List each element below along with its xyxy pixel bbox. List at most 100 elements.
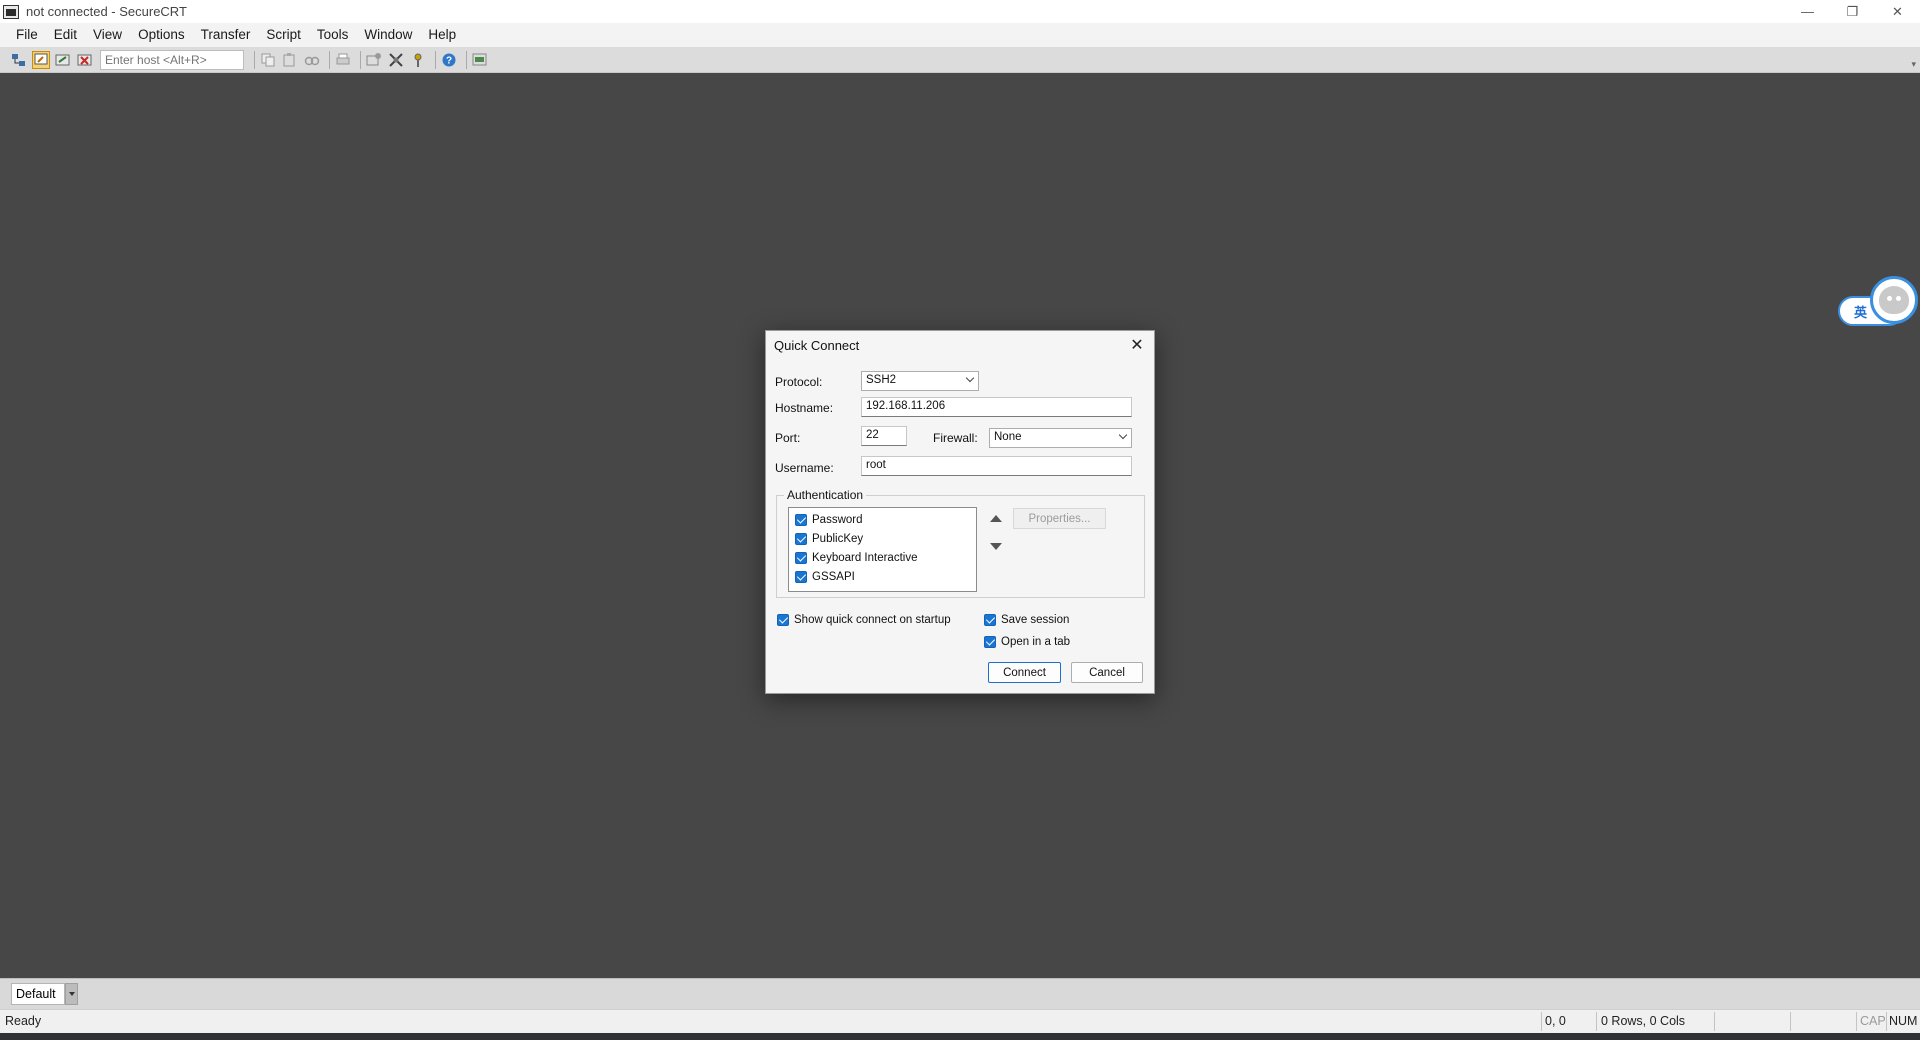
help-icon[interactable]: ? (440, 51, 458, 69)
status-caps-lock: CAP (1860, 1014, 1886, 1028)
toolbar-separator (254, 50, 255, 69)
port-value: 22 (866, 429, 879, 441)
securecrt-app-icon (3, 4, 19, 19)
checkbox-checked-icon[interactable] (795, 571, 807, 583)
auth-item-gssapi[interactable]: GSSAPI (795, 569, 855, 585)
status-dimensions: 0 Rows, 0 Cols (1601, 1014, 1686, 1028)
move-down-arrow-icon[interactable] (988, 539, 1004, 553)
checkbox-checked-icon[interactable] (795, 514, 807, 526)
menu-help[interactable]: Help (420, 23, 464, 47)
menu-file[interactable]: File (8, 23, 46, 47)
toolbar: ? ▾ (0, 47, 1920, 73)
status-separator (1596, 1012, 1597, 1031)
port-input[interactable]: 22 (861, 426, 907, 446)
quick-connect-icon[interactable] (32, 50, 50, 69)
checkbox-checked-icon[interactable] (795, 552, 807, 564)
status-separator (1886, 1012, 1887, 1031)
restore-button[interactable]: ❐ (1830, 0, 1875, 23)
find-icon[interactable] (303, 51, 321, 69)
global-options-icon[interactable] (387, 51, 405, 69)
status-num-lock: NUM (1889, 1014, 1918, 1028)
status-bar: Ready 0, 0 0 Rows, 0 Cols CAP NUM (0, 1009, 1920, 1033)
paste-icon[interactable] (281, 51, 299, 69)
status-separator (1541, 1012, 1542, 1031)
port-label: Port: (775, 431, 801, 445)
session-options-icon[interactable] (365, 51, 383, 69)
copy-icon[interactable] (259, 51, 277, 69)
username-value: root (866, 459, 886, 471)
title-bar: not connected - SecureCRT — ❐ ✕ (0, 0, 1920, 23)
print-icon[interactable] (334, 51, 352, 69)
protocol-value: SSH2 (866, 374, 897, 386)
window-controls: — ❐ ✕ (1785, 0, 1920, 23)
firewall-value: None (994, 431, 1022, 443)
tab-default[interactable]: Default (11, 983, 65, 1005)
hostname-input[interactable]: 192.168.11.206 (861, 397, 1132, 417)
menu-tools[interactable]: Tools (309, 23, 357, 47)
firewall-label: Firewall: (933, 431, 978, 445)
show-quick-connect-label: Show quick connect on startup (794, 614, 951, 626)
authentication-list[interactable]: Password PublicKey Keyboard Interactive … (788, 507, 977, 592)
connect-in-tab-icon[interactable] (54, 51, 72, 69)
ime-widget[interactable]: 英 (1838, 276, 1920, 328)
status-separator (1714, 1012, 1715, 1031)
menu-edit[interactable]: Edit (46, 23, 85, 47)
menu-options[interactable]: Options (130, 23, 193, 47)
hostname-label: Hostname: (775, 401, 834, 415)
svg-text:?: ? (446, 55, 452, 66)
keymap-icon[interactable] (409, 51, 427, 69)
status-separator (1790, 1012, 1791, 1031)
protocol-select[interactable]: SSH2 (861, 371, 979, 391)
close-window-button[interactable]: ✕ (1875, 0, 1920, 23)
menu-window[interactable]: Window (356, 23, 420, 47)
save-session-checkbox[interactable]: Save session (984, 614, 1069, 626)
enter-host-input[interactable] (100, 49, 244, 70)
firewall-select[interactable]: None (989, 428, 1132, 448)
quick-connect-dialog: Quick Connect ✕ Protocol: SSH2 Hostname:… (765, 330, 1155, 694)
menu-view[interactable]: View (85, 23, 130, 47)
move-up-arrow-icon[interactable] (988, 511, 1004, 525)
checkbox-checked-icon[interactable] (777, 614, 789, 626)
connect-icon[interactable] (10, 51, 28, 69)
menu-script[interactable]: Script (258, 23, 309, 47)
checkbox-checked-icon[interactable] (984, 636, 996, 648)
dialog-close-icon[interactable]: ✕ (1126, 334, 1148, 356)
toolbar-separator (466, 50, 467, 69)
toolbar-grip-icon[interactable]: ▾ (1911, 59, 1916, 70)
auth-item-keyboard-interactive[interactable]: Keyboard Interactive (795, 550, 917, 566)
chevron-down-icon (1118, 430, 1128, 440)
checkbox-checked-icon[interactable] (795, 533, 807, 545)
username-input[interactable]: root (861, 456, 1132, 476)
disconnect-icon[interactable] (76, 51, 94, 69)
checkbox-checked-icon[interactable] (984, 614, 996, 626)
cancel-button[interactable]: Cancel (1071, 662, 1143, 683)
tab-dropdown-icon[interactable] (65, 983, 78, 1005)
toolbar-separator (435, 50, 436, 69)
minimize-button[interactable]: — (1785, 0, 1830, 23)
open-in-tab-checkbox[interactable]: Open in a tab (984, 636, 1070, 648)
connect-button[interactable]: Connect (988, 662, 1061, 683)
chevron-down-icon (965, 373, 975, 383)
auth-item-password[interactable]: Password (795, 512, 863, 528)
ime-avatar-icon[interactable] (1870, 276, 1918, 324)
toolbar-separator (360, 50, 361, 69)
authentication-title: Authentication (784, 488, 867, 502)
status-ready: Ready (5, 1014, 42, 1028)
menu-bar: File Edit View Options Transfer Script T… (0, 23, 1920, 47)
auth-item-label: Password (812, 514, 863, 526)
dialog-title: Quick Connect (774, 338, 860, 353)
button-bar-icon[interactable] (471, 51, 489, 69)
session-tab-bar: Default (0, 978, 1920, 1009)
status-cursor-position: 0, 0 (1545, 1014, 1566, 1028)
auth-item-label: PublicKey (812, 533, 864, 545)
auth-item-publickey[interactable]: PublicKey (795, 531, 863, 547)
menu-transfer[interactable]: Transfer (193, 23, 259, 47)
properties-button[interactable]: Properties... (1013, 508, 1106, 529)
auth-item-label: GSSAPI (812, 571, 855, 583)
open-in-tab-label: Open in a tab (1001, 636, 1071, 648)
taskbar-edge (0, 1033, 1920, 1040)
auth-item-label: Keyboard Interactive (812, 552, 918, 564)
protocol-label: Protocol: (775, 375, 823, 389)
status-separator (1856, 1012, 1857, 1031)
show-quick-connect-checkbox[interactable]: Show quick connect on startup (777, 614, 951, 626)
